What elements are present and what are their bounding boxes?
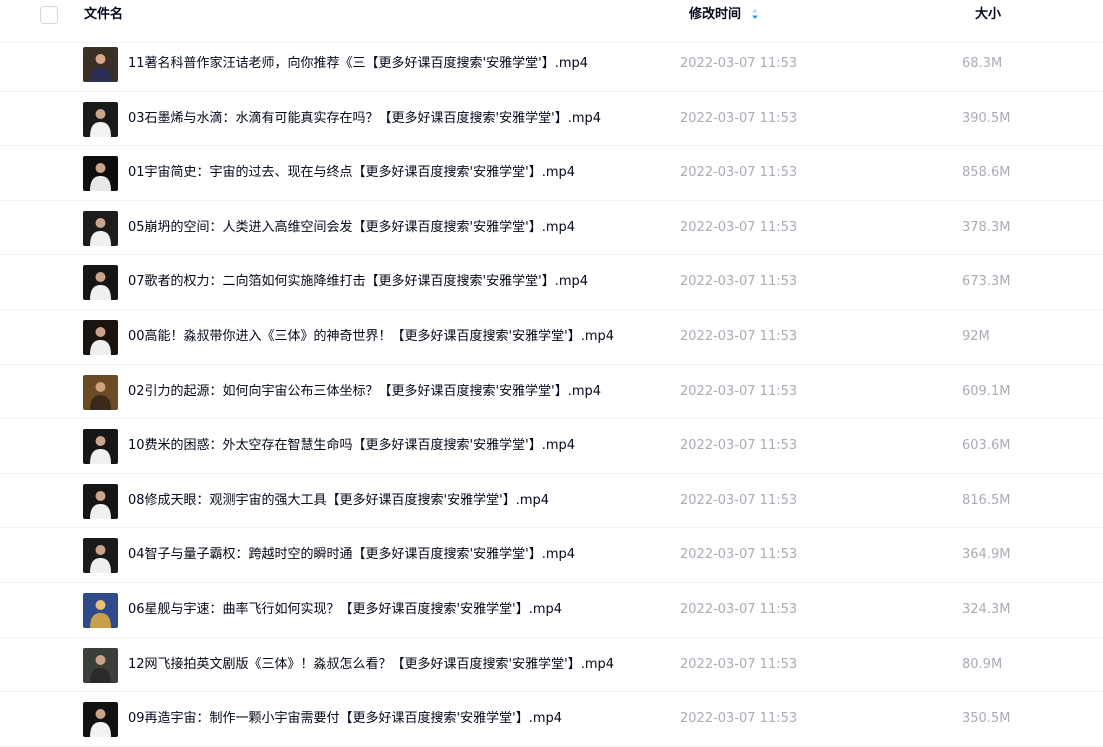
file-modified-time: 2022-03-07 11:53 [680,165,798,181]
file-size: 324.3M [962,601,1011,617]
file-modified-time: 2022-03-07 11:53 [680,438,798,454]
column-header-time[interactable]: 修改时间 [689,6,759,24]
file-rows: 11著名科普作家汪诘老师，向你推荐《三【更多好课百度搜索'安雅学堂'】.mp4 2… [0,37,1103,747]
file-modified-time: 2022-03-07 11:53 [680,274,798,290]
file-row[interactable]: 03石墨烯与水滴：水滴有可能真实存在吗？【更多好课百度搜索'安雅学堂'】.mp4… [0,92,1103,147]
video-thumbnail-icon[interactable] [83,101,118,137]
file-name[interactable]: 06星舰与宇速：曲率飞行如何实现？【更多好课百度搜索'安雅学堂'】.mp4 [128,601,562,619]
file-size: 390.5M [962,110,1011,126]
video-thumbnail-icon[interactable] [83,319,118,355]
file-row[interactable]: 10费米的困惑：外太空存在智慧生命吗【更多好课百度搜索'安雅学堂'】.mp4 20… [0,419,1103,474]
file-name[interactable]: 05崩坍的空间：人类进入高维空间会发【更多好课百度搜索'安雅学堂'】.mp4 [128,219,575,237]
column-header-name[interactable]: 文件名 [84,6,123,24]
file-modified-time: 2022-03-07 11:53 [680,601,798,617]
video-thumbnail-icon[interactable] [83,210,118,246]
file-row[interactable]: 12网飞接拍英文剧版《三体》！淼叔怎么看？【更多好课百度搜索'安雅学堂'】.mp… [0,638,1103,693]
file-list: 文件名 修改时间 大小 11著名科普作家汪诘老师，向你推荐《三【更多好课百度搜索… [0,0,1103,747]
video-thumbnail-icon[interactable] [83,47,118,82]
file-modified-time: 2022-03-07 11:53 [680,711,798,727]
video-thumbnail-icon[interactable] [83,538,118,574]
file-modified-time: 2022-03-07 11:53 [680,547,798,563]
file-size: 92M [962,328,990,344]
select-all-checkbox[interactable] [40,6,58,24]
file-modified-time: 2022-03-07 11:53 [680,383,798,399]
file-size: 68.3M [962,56,1003,71]
file-row[interactable]: 04智子与量子霸权：跨越时空的瞬时通【更多好课百度搜索'安雅学堂'】.mp4 20… [0,528,1103,583]
file-modified-time: 2022-03-07 11:53 [680,492,798,508]
file-modified-time: 2022-03-07 11:53 [680,110,798,126]
file-row[interactable]: 01宇宙简史：宇宙的过去、现在与终点【更多好课百度搜索'安雅学堂'】.mp4 20… [0,146,1103,201]
file-modified-time: 2022-03-07 11:53 [680,328,798,344]
column-header-time-label: 修改时间 [689,7,742,22]
video-thumbnail-icon[interactable] [83,647,118,683]
file-size: 364.9M [962,547,1011,563]
file-row[interactable]: 00高能！淼叔带你进入《三体》的神奇世界！【更多好课百度搜索'安雅学堂'】.mp… [0,310,1103,365]
file-row[interactable]: 02引力的起源：如何向宇宙公布三体坐标？【更多好课百度搜索'安雅学堂'】.mp4… [0,365,1103,420]
video-thumbnail-icon[interactable] [83,156,118,192]
file-name[interactable]: 12网飞接拍英文剧版《三体》！淼叔怎么看？【更多好课百度搜索'安雅学堂'】.mp… [128,656,614,674]
file-name[interactable]: 04智子与量子霸权：跨越时空的瞬时通【更多好课百度搜索'安雅学堂'】.mp4 [128,546,575,564]
file-size: 378.3M [962,219,1011,235]
video-thumbnail-icon[interactable] [83,429,118,465]
file-size: 816.5M [962,492,1011,508]
file-name[interactable]: 02引力的起源：如何向宇宙公布三体坐标？【更多好课百度搜索'安雅学堂'】.mp4 [128,383,601,401]
video-thumbnail-icon[interactable] [83,374,118,410]
file-name[interactable]: 08修成天眼：观测宇宙的强大工具【更多好课百度搜索'安雅学堂'】.mp4 [128,492,549,510]
file-row[interactable]: 07歌者的权力：二向箔如何实施降维打击【更多好课百度搜索'安雅学堂'】.mp4 2… [0,255,1103,310]
file-name[interactable]: 09再造宇宙：制作一颗小宇宙需要付【更多好课百度搜索'安雅学堂'】.mp4 [128,710,562,728]
sort-descending-icon[interactable] [751,8,759,20]
file-name[interactable]: 00高能！淼叔带你进入《三体》的神奇世界！【更多好课百度搜索'安雅学堂'】.mp… [128,328,614,346]
file-size: 80.9M [962,656,1003,672]
file-row[interactable]: 06星舰与宇速：曲率飞行如何实现？【更多好课百度搜索'安雅学堂'】.mp4 202… [0,583,1103,638]
file-size: 673.3M [962,274,1011,290]
file-row[interactable]: 11著名科普作家汪诘老师，向你推荐《三【更多好课百度搜索'安雅学堂'】.mp4 2… [0,37,1103,92]
video-thumbnail-icon[interactable] [83,592,118,628]
file-size: 350.5M [962,711,1011,727]
file-modified-time: 2022-03-07 11:53 [680,219,798,235]
file-size: 858.6M [962,165,1011,181]
file-name[interactable]: 10费米的困惑：外太空存在智慧生命吗【更多好课百度搜索'安雅学堂'】.mp4 [128,437,575,455]
file-size: 603.6M [962,438,1011,454]
file-name[interactable]: 11著名科普作家汪诘老师，向你推荐《三【更多好课百度搜索'安雅学堂'】.mp4 [128,55,588,73]
file-modified-time: 2022-03-07 11:53 [680,56,798,71]
file-row[interactable]: 08修成天眼：观测宇宙的强大工具【更多好课百度搜索'安雅学堂'】.mp4 2022… [0,474,1103,529]
file-row[interactable]: 05崩坍的空间：人类进入高维空间会发【更多好课百度搜索'安雅学堂'】.mp4 20… [0,201,1103,256]
video-thumbnail-icon[interactable] [83,265,118,301]
file-name[interactable]: 01宇宙简史：宇宙的过去、现在与终点【更多好课百度搜索'安雅学堂'】.mp4 [128,164,575,182]
column-header-size[interactable]: 大小 [975,6,1001,24]
file-name[interactable]: 07歌者的权力：二向箔如何实施降维打击【更多好课百度搜索'安雅学堂'】.mp4 [128,273,588,291]
video-thumbnail-icon[interactable] [83,483,118,519]
file-modified-time: 2022-03-07 11:53 [680,656,798,672]
file-size: 609.1M [962,383,1011,399]
file-row[interactable]: 09再造宇宙：制作一颗小宇宙需要付【更多好课百度搜索'安雅学堂'】.mp4 202… [0,692,1103,747]
file-name[interactable]: 03石墨烯与水滴：水滴有可能真实存在吗？【更多好课百度搜索'安雅学堂'】.mp4 [128,110,601,128]
video-thumbnail-icon[interactable] [83,702,118,738]
